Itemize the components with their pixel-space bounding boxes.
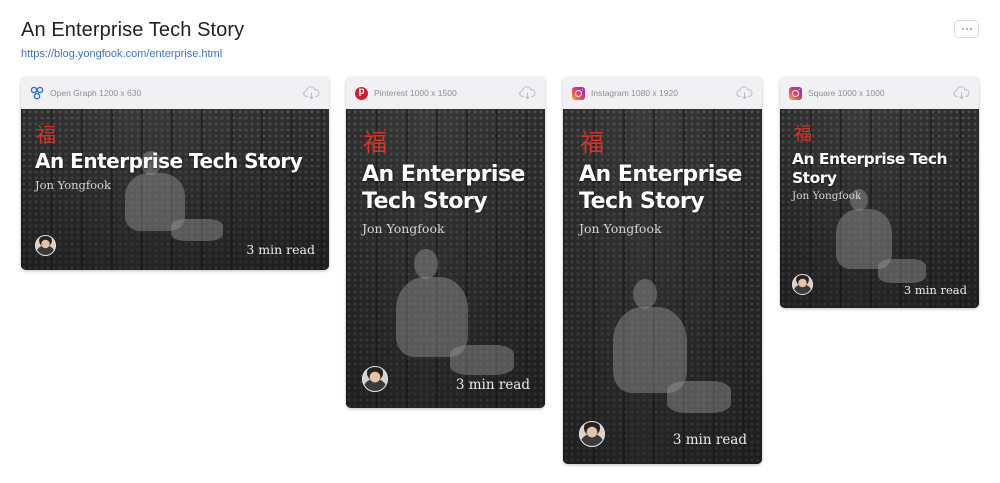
instagram-icon [572, 86, 585, 100]
panel-header: Pinterest 1000 x 1500 [346, 77, 545, 109]
card-title: An Enterprise Tech Story [792, 150, 948, 187]
figure-body [396, 277, 468, 357]
fortune-glyph: 福 [36, 123, 56, 147]
figure-body [613, 307, 687, 393]
read-time: 3 min read [455, 377, 530, 393]
figure-leg [878, 259, 926, 283]
preview-panel-pinterest: Pinterest 1000 x 1500 福 An Enterprise Te… [346, 77, 545, 408]
fortune-glyph: 福 [580, 129, 604, 157]
preview-card-image: 福 An Enterprise Tech Story Jon Yongfook … [780, 109, 979, 308]
card-author: Jon Yongfook [579, 221, 662, 236]
card-author: Jon Yongfook [35, 178, 111, 192]
preview-panel-instagram: Instagram 1080 x 1920 福 An Enterprise Te… [563, 77, 762, 464]
read-time: 3 min read [672, 432, 747, 448]
figure-head [414, 249, 438, 279]
fortune-glyph: 福 [363, 129, 387, 157]
card-title: An Enterprise Tech Story [35, 149, 303, 173]
author-avatar [362, 366, 388, 392]
instagram-icon [789, 86, 802, 100]
dot-icon [965, 28, 968, 30]
author-avatar [35, 235, 56, 256]
figure-leg [667, 381, 731, 413]
page-url-link[interactable]: https://blog.yongfook.com/enterprise.htm… [21, 48, 222, 60]
card-title: An Enterprise Tech Story [362, 162, 525, 214]
dot-icon [961, 28, 964, 30]
download-icon[interactable] [303, 86, 320, 100]
card-author: Jon Yongfook [362, 221, 445, 236]
panel-platform-label: Open Graph 1200 x 630 [50, 88, 142, 98]
preview-card-image: 福 An Enterprise Tech Story Jon Yongfook … [21, 109, 329, 270]
read-time: 3 min read [903, 283, 967, 297]
preview-panel-square: Square 1000 x 1000 福 An Enterprise Tech … [780, 77, 979, 308]
fortune-glyph: 福 [794, 124, 812, 145]
preview-panel-open-graph: Open Graph 1200 x 630 福 An Enterprise Te… [21, 77, 329, 270]
pinterest-icon [355, 86, 368, 100]
figure-leg [450, 345, 514, 375]
panel-platform-label: Square 1000 x 1000 [808, 88, 885, 98]
download-icon[interactable] [519, 86, 536, 100]
panel-platform-label: Instagram 1080 x 1920 [591, 88, 678, 98]
preview-card-image: 福 An Enterprise Tech Story Jon Yongfook … [346, 109, 545, 408]
read-time: 3 min read [246, 242, 315, 257]
panel-platform-label: Pinterest 1000 x 1500 [374, 88, 457, 98]
download-icon[interactable] [953, 86, 970, 100]
panel-header: Open Graph 1200 x 630 [21, 77, 329, 109]
card-title: An Enterprise Tech Story [579, 162, 742, 214]
open-graph-icon [30, 86, 44, 100]
dot-icon [969, 28, 972, 30]
figure-leg [171, 219, 223, 241]
author-avatar [579, 421, 605, 447]
card-author: Jon Yongfook [792, 190, 862, 202]
author-avatar [792, 274, 813, 295]
figure-head [633, 279, 657, 309]
panel-header: Instagram 1080 x 1920 [563, 77, 762, 109]
page-title: An Enterprise Tech Story [21, 19, 245, 41]
preview-card-image: 福 An Enterprise Tech Story Jon Yongfook … [563, 109, 762, 464]
panel-header: Square 1000 x 1000 [780, 77, 979, 109]
download-icon[interactable] [736, 86, 753, 100]
more-options-button[interactable] [954, 20, 979, 38]
